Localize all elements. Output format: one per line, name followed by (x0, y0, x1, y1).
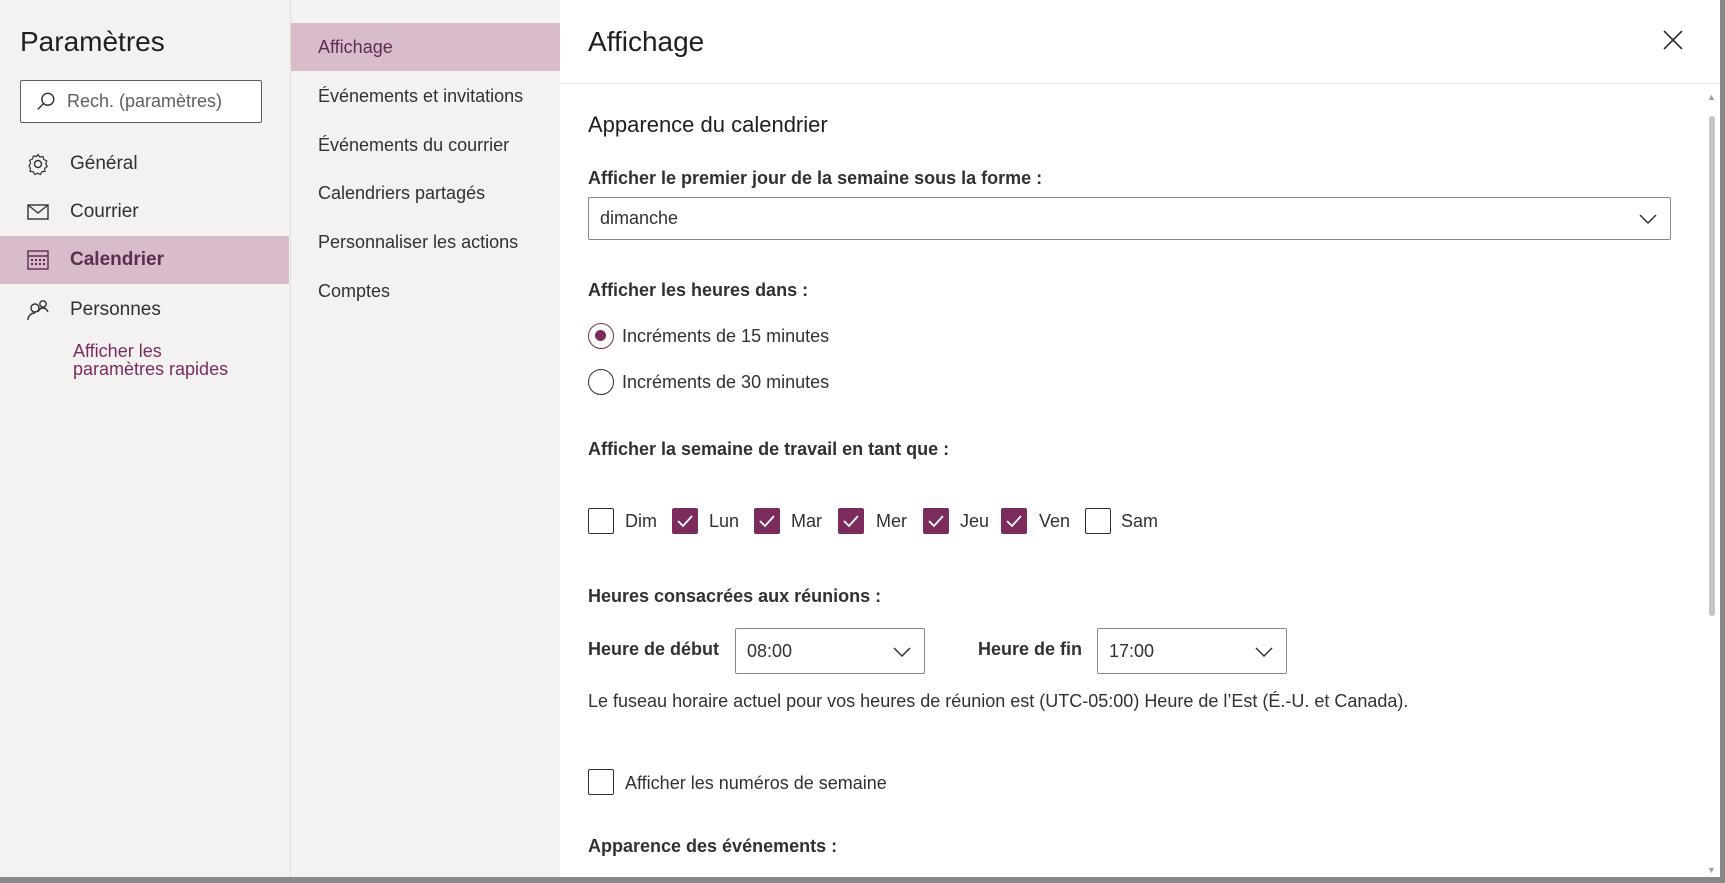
start-time-value: 08:00 (747, 640, 793, 661)
checkmark-icon (928, 515, 944, 528)
calendar-icon (27, 250, 49, 270)
checkbox-jeu[interactable] (923, 508, 949, 534)
radio-15-minutes[interactable] (588, 323, 614, 349)
end-time-label: Heure de fin (978, 639, 1083, 659)
nav-item-mail[interactable]: Courrier (0, 188, 289, 236)
checkbox-mer-label: Mer (876, 511, 907, 531)
settings-sub-nav: Affichage Événements et invitations Évén… (290, 0, 560, 877)
chevron-down-icon (893, 647, 911, 658)
checkbox-ven[interactable] (1001, 508, 1027, 534)
checkbox-lun-label: Lun (709, 511, 740, 531)
checkbox-mar-label: Mar (791, 511, 822, 531)
checkbox-ven-label: Ven (1039, 511, 1071, 531)
checkbox-jeu-label: Jeu (960, 511, 990, 531)
checkmark-icon (843, 515, 859, 528)
end-time-dropdown[interactable]: 17:00 (1097, 628, 1287, 674)
time-scale-label: Afficher les heures dans : (588, 280, 809, 300)
section-title: Apparence du calendrier (588, 112, 828, 137)
checkbox-dim[interactable] (588, 508, 614, 534)
sub-nav-item-shared-calendars[interactable]: Calendriers partagés (291, 169, 560, 217)
scroll-down-arrow[interactable]: ▼ (1707, 865, 1716, 875)
checkmark-icon (759, 515, 775, 528)
quick-settings-line2: paramètres rapides (73, 359, 229, 379)
page-title: Affichage (588, 26, 705, 57)
search-placeholder: Rech. (paramètres) (67, 91, 223, 111)
nav-item-general[interactable]: Général (0, 140, 289, 188)
timezone-note: Le fuseau horaire actuel pour vos heures… (588, 691, 1409, 711)
settings-left-nav: Paramètres Rech. (paramètres) Général Co… (0, 0, 290, 877)
end-time-value: 17:00 (1109, 640, 1155, 661)
sub-nav-item-email-events[interactable]: Événements du courrier (291, 121, 560, 169)
checkbox-lun[interactable] (672, 508, 698, 534)
checkbox-week-numbers-label: Afficher les numéros de semaine (625, 773, 887, 793)
first-day-label: Afficher le premier jour de la semaine s… (588, 168, 1043, 188)
people-icon (27, 300, 49, 321)
content-scrollbar[interactable]: ▲ ▼ (1702, 86, 1720, 877)
checkbox-sam[interactable] (1085, 508, 1111, 534)
chevron-down-icon (1255, 647, 1273, 658)
radio-15-minutes-label: Incréments de 15 minutes (622, 326, 830, 346)
nav-item-label: Général (70, 153, 138, 174)
event-appearance-label: Apparence des événements : (588, 836, 838, 856)
meeting-hours-label: Heures consacrées aux réunions : (588, 586, 882, 606)
checkbox-dim-label: Dim (625, 511, 657, 531)
nav-item-label: Courrier (70, 201, 139, 222)
settings-search-input[interactable]: Rech. (paramètres) (20, 80, 262, 123)
radio-30-minutes[interactable] (588, 369, 614, 395)
nav-item-label: Calendrier (70, 249, 164, 270)
checkbox-sam-label: Sam (1121, 511, 1159, 531)
first-day-dropdown[interactable]: dimanche (588, 197, 1671, 240)
checkbox-week-numbers[interactable] (588, 769, 614, 795)
nav-item-people[interactable]: Personnes (0, 286, 289, 334)
chevron-down-icon (1639, 214, 1657, 225)
sub-nav-item-accounts[interactable]: Comptes (291, 267, 560, 315)
start-time-label: Heure de début (588, 639, 720, 659)
close-icon[interactable] (1661, 28, 1685, 52)
scroll-up-arrow[interactable]: ▲ (1707, 92, 1716, 102)
sub-nav-item-display[interactable]: Affichage (291, 23, 560, 71)
start-time-dropdown[interactable]: 08:00 (735, 628, 925, 674)
sub-nav-item-events-invitations[interactable]: Événements et invitations (291, 72, 560, 120)
first-day-value: dimanche (600, 208, 679, 228)
quick-settings-link[interactable]: Afficher les paramètres rapides (73, 342, 228, 378)
search-icon (37, 92, 55, 110)
radio-30-minutes-label: Incréments de 30 minutes (622, 372, 830, 392)
checkbox-mar[interactable] (754, 508, 780, 534)
quick-settings-line1: Afficher les (73, 341, 162, 361)
scrollbar-thumb[interactable] (1709, 116, 1715, 616)
sub-nav-item-customize-actions[interactable]: Personnaliser les actions (291, 218, 560, 266)
work-week-label: Afficher la semaine de travail en tant q… (588, 439, 950, 459)
content-header: Affichage (561, 0, 1720, 84)
nav-item-label: Personnes (70, 299, 161, 320)
settings-title: Paramètres (20, 26, 165, 57)
gear-icon (28, 153, 49, 176)
checkbox-mer[interactable] (838, 508, 864, 534)
mail-icon (27, 204, 49, 220)
settings-dialog: Paramètres Rech. (paramètres) Général Co… (0, 0, 1720, 877)
nav-item-calendar[interactable]: Calendrier (0, 236, 289, 284)
checkmark-icon (1006, 515, 1022, 528)
settings-content-pane: Affichage Apparence du calendrier Affich… (561, 0, 1720, 877)
checkmark-icon (677, 515, 693, 528)
